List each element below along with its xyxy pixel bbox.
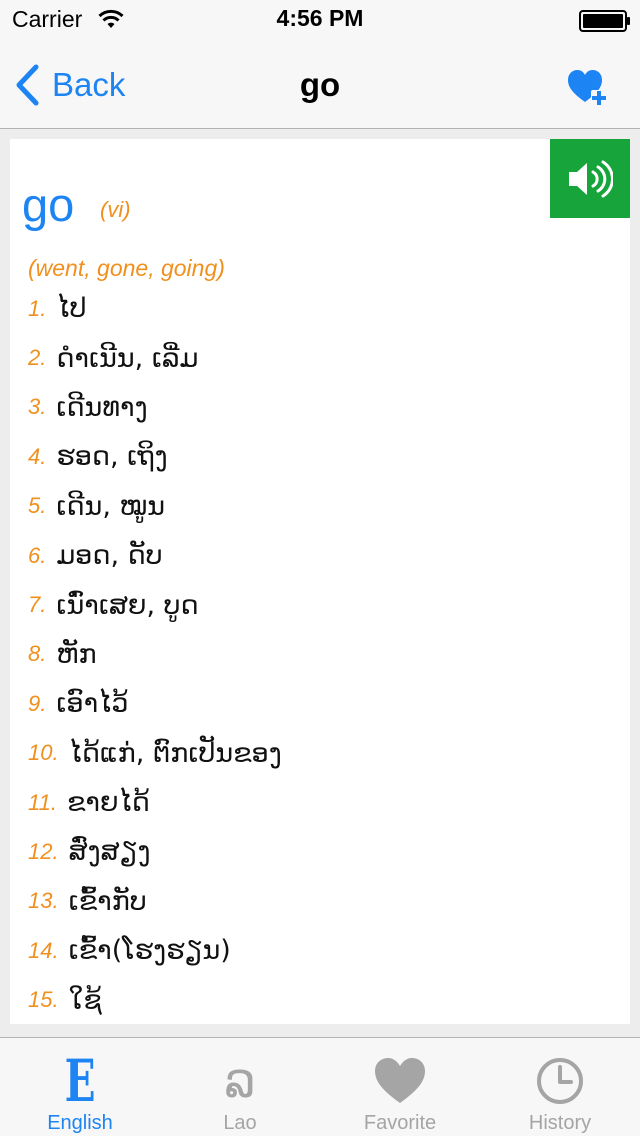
meaning-number: 6. [28, 542, 47, 568]
meaning-item: 12. ສົ່ງສຽງ [28, 827, 282, 876]
tab-english[interactable]: E English [0, 1038, 160, 1136]
meaning-number: 11. [28, 789, 57, 815]
meaning-number: 10. [28, 740, 59, 766]
heart-plus-icon [568, 70, 607, 106]
tab-favorite[interactable]: Favorite [320, 1038, 480, 1136]
meaning-text: ເດີນ, ໝູນ [56, 490, 166, 522]
clock-icon [480, 1050, 640, 1112]
meaning-item: 15. ໃຊ້ [28, 975, 282, 1024]
part-of-speech: (vi) [100, 197, 131, 222]
meaning-text: ສົ່ງສຽງ [68, 836, 151, 868]
page-title: go [299, 66, 341, 103]
meaning-text: ໄປ [56, 293, 87, 325]
status-time: 4:56 PM [276, 5, 364, 31]
word-forms: (went, gone, going) [28, 255, 225, 281]
meaning-text: ຂາຍໄດ້ [66, 787, 150, 819]
meaning-number: 7. [28, 592, 47, 618]
meaning-text: ເຂົ້າກັບ [68, 885, 147, 917]
meaning-text: ຫັກ [56, 638, 97, 670]
pronounce-button[interactable] [550, 139, 630, 218]
tab-lao[interactable]: ລ Lao [160, 1038, 320, 1136]
lao-letter-icon: ລ [224, 1053, 256, 1109]
speaker-icon [569, 160, 613, 197]
meaning-item: 2. ດຳເນີນ, ເລີ່ມ [28, 333, 282, 382]
meaning-number: 2. [28, 345, 47, 371]
headword: go [22, 178, 75, 231]
english-letter-icon: E [64, 1047, 96, 1115]
tab-lao-label: Lao [223, 1112, 257, 1134]
meaning-item: 7. ເນົ່າເສຍ, ບູດ [28, 580, 282, 629]
meaning-text: ມອດ, ດັບ [56, 540, 163, 572]
tab-english-label: English [47, 1112, 113, 1134]
meaning-list: 1. ໄປ 2. ດຳເນີນ, ເລີ່ມ 3. ເດີນທາງ 4. ຮອດ, ເຖິງ 5… [28, 284, 282, 1024]
tab-favorite-label: Favorite [363, 1112, 437, 1134]
heart-icon [320, 1050, 480, 1112]
entry-card: go (vi) (went, gone, going) 1. ໄປ 2. ດຳເນີນ… [10, 139, 630, 1024]
battery-icon [579, 10, 630, 32]
meaning-text: ເຂົ້າ(ໂຮງຮຽນ) [68, 935, 231, 967]
meaning-item: 5. ເດີນ, ໝູນ [28, 482, 282, 531]
meaning-item: 8. ຫັກ [28, 630, 282, 679]
meaning-item: 3. ເດີນທາງ [28, 383, 282, 432]
status-bar: Carrier 4:56 PM [0, 0, 640, 40]
meaning-number: 4. [28, 443, 47, 469]
meaning-item: 13. ເຂົ້າກັບ [28, 877, 282, 926]
meaning-item: 10. ໄດ້ແກ່, ຕົກເປັນຂອງ [28, 729, 282, 778]
meaning-item: 6. ມອດ, ດັບ [28, 531, 282, 580]
tab-history[interactable]: History [480, 1038, 640, 1136]
meaning-text: ເນົ່າເສຍ, ບູດ [56, 589, 199, 621]
meaning-number: 15. [28, 987, 59, 1013]
meaning-number: 13. [28, 888, 59, 914]
meaning-number: 5. [28, 493, 47, 519]
meaning-text: ດຳເນີນ, ເລີ່ມ [56, 342, 199, 374]
meaning-number: 9. [28, 690, 47, 716]
meaning-text: ໄດ້ແກ່, ຕົກເປັນຂອງ [68, 737, 282, 769]
navigation-bar: Back go [0, 40, 640, 129]
tab-bar: E English ລ Lao Favorite History [0, 1037, 640, 1136]
meaning-number: 3. [28, 394, 47, 420]
meaning-number: 12. [28, 838, 59, 864]
meaning-text: ໃຊ້ [68, 984, 102, 1016]
meaning-item: 9. ເອົາໄວ້ [28, 679, 282, 728]
meaning-text: ຮອດ, ເຖິງ [56, 441, 168, 473]
meaning-item: 4. ຮອດ, ເຖິງ [28, 432, 282, 481]
meaning-number: 8. [28, 641, 47, 667]
meaning-item: 11. ຂາຍໄດ້ [28, 778, 282, 827]
meaning-text: ເດີນທາງ [56, 391, 148, 423]
meaning-number: 14. [28, 937, 59, 963]
add-favorite-button[interactable] [566, 68, 610, 112]
meaning-text: ເອົາໄວ້ [56, 688, 129, 720]
tab-history-label: History [528, 1112, 592, 1134]
meaning-item: 1. ໄປ [28, 284, 282, 333]
meaning-number: 1. [28, 295, 47, 321]
meaning-item: 14. ເຂົ້າ(ໂຮງຮຽນ) [28, 926, 282, 975]
